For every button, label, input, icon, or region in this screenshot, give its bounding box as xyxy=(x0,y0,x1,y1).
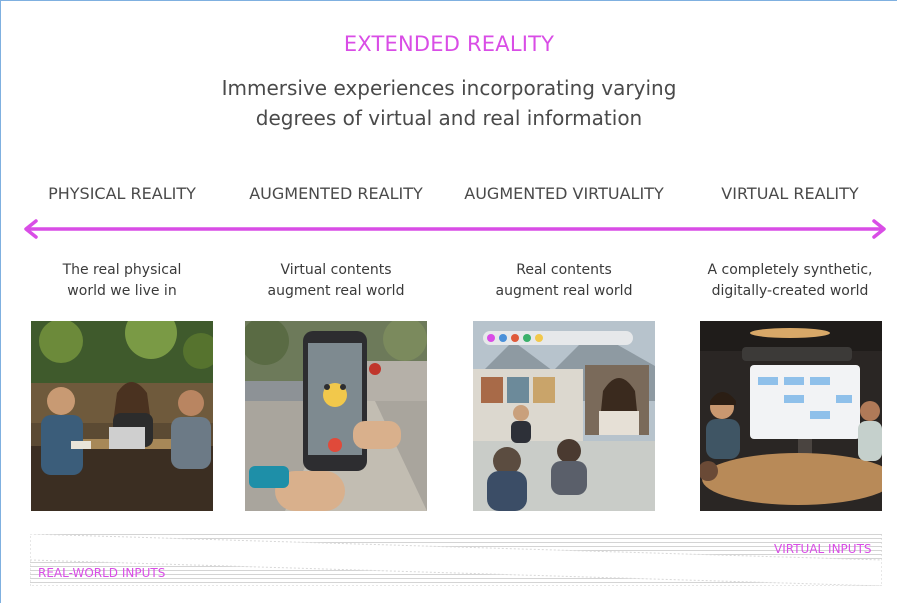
diagram-title: EXTENDED REALITY xyxy=(343,32,555,56)
desc-augmented-virtuality: Real contents augment real world xyxy=(495,262,633,299)
people-at-cafe-table-photo xyxy=(31,321,213,511)
vr-meeting-room-render xyxy=(700,321,882,511)
reality-spectrum-arrow xyxy=(24,219,886,239)
phone-ar-game-photo xyxy=(245,321,427,511)
desc-physical-reality: The real physical world we live in xyxy=(62,262,182,299)
heading-augmented-virtuality: AUGMENTED VIRTUALITY xyxy=(464,184,664,203)
avatar-video-call-photo xyxy=(473,321,655,511)
heading-augmented-reality: AUGMENTED REALITY xyxy=(249,184,423,203)
diagram-subtitle: Immersive experiences incorporating vary… xyxy=(221,76,677,130)
virtual-inputs-label: VIRTUAL INPUTS xyxy=(774,542,872,556)
heading-physical-reality: PHYSICAL REALITY xyxy=(48,184,196,203)
heading-virtual-reality: VIRTUAL REALITY xyxy=(721,184,859,203)
real-world-inputs-label: REAL-WORLD INPUTS xyxy=(38,566,166,580)
desc-augmented-reality: Virtual contents augment real world xyxy=(267,262,405,299)
desc-virtual-reality: A completely synthetic, digitally-create… xyxy=(707,262,873,299)
